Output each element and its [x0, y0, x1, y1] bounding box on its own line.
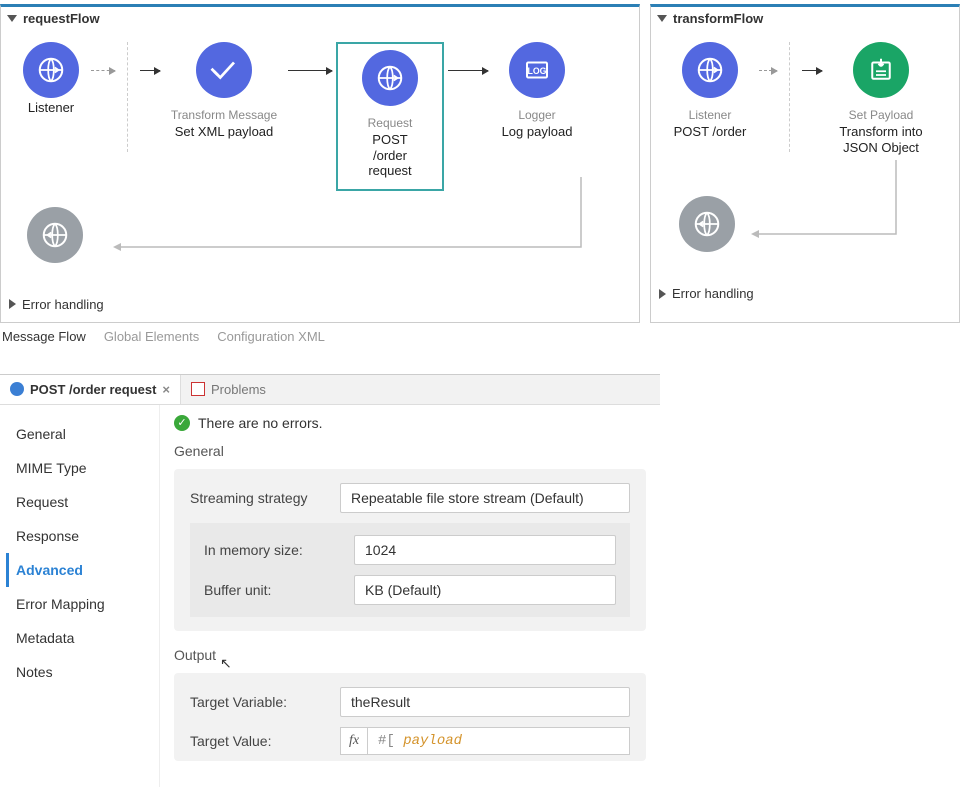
output-group: Target Variable: theResult Target Value:… [174, 673, 646, 761]
chevron-right-icon [9, 299, 16, 309]
nav-response[interactable]: Response [6, 519, 153, 553]
source-divider [789, 42, 790, 152]
section-output-heading: Output ↖ [174, 647, 646, 663]
status-text: There are no errors. [198, 415, 323, 431]
streaming-strategy-select[interactable]: Repeatable file store stream (Default) [340, 483, 630, 513]
buffer-unit-select[interactable]: KB (Default) [354, 575, 616, 605]
node-label: Transform into JSON Object [826, 124, 936, 155]
expr-keyword: payload [403, 733, 462, 749]
svg-text:LOG: LOG [528, 66, 547, 76]
in-memory-size-label: In memory size: [204, 542, 354, 558]
log-icon: LOG [509, 42, 565, 98]
arrow-icon [444, 42, 492, 98]
set-payload-node[interactable]: Set Payload Transform into JSON Object [826, 42, 936, 155]
response-node[interactable] [679, 196, 735, 252]
nav-general[interactable]: General [6, 417, 153, 451]
nav-mime-type[interactable]: MIME Type [6, 451, 153, 485]
error-handling-section[interactable]: Error handling [1, 291, 639, 322]
globe-icon [682, 42, 738, 98]
panel-header[interactable]: requestFlow [1, 7, 639, 30]
panel-header[interactable]: transformFlow [651, 7, 959, 30]
globe-return-icon [27, 207, 83, 263]
target-value-input[interactable]: #[ payload [368, 727, 630, 755]
arrow-icon [798, 42, 826, 98]
chevron-down-icon [657, 15, 667, 22]
arrow-icon [284, 42, 336, 98]
tab-component-props[interactable]: POST /order request × [0, 375, 181, 404]
target-value-label: Target Value: [190, 733, 340, 749]
error-handling-label: Error handling [22, 297, 104, 312]
close-icon[interactable]: × [162, 382, 170, 397]
target-variable-label: Target Variable: [190, 694, 340, 710]
node-label: Set XML payload [175, 124, 274, 140]
error-handling-section[interactable]: Error handling [651, 280, 959, 311]
panel-title: transformFlow [673, 11, 763, 26]
props-sidenav: General MIME Type Request Response Advan… [0, 405, 160, 787]
globe-return-icon [679, 196, 735, 252]
transform-node[interactable]: Transform Message Set XML payload [164, 42, 284, 140]
source-divider [127, 42, 128, 152]
properties-panel: POST /order request × Problems General M… [0, 374, 660, 787]
response-node[interactable] [27, 207, 83, 263]
check-icon: ✓ [174, 415, 190, 431]
fx-toggle-button[interactable]: fx [340, 727, 368, 755]
request-node-selected[interactable]: Request POST /order request [336, 42, 444, 191]
properties-tabs: POST /order request × Problems [0, 375, 660, 405]
tab-message-flow[interactable]: Message Flow [2, 329, 86, 344]
buffer-unit-label: Buffer unit: [204, 582, 354, 598]
tab-label: POST /order request [30, 382, 156, 397]
arrow-icon [87, 42, 119, 98]
node-label: POST /order request [356, 132, 424, 179]
tab-global-elements[interactable]: Global Elements [104, 329, 199, 344]
node-type: Transform Message [171, 108, 277, 122]
in-memory-size-input[interactable]: 1024 [354, 535, 616, 565]
nav-error-mapping[interactable]: Error Mapping [6, 587, 153, 621]
arrow-icon [755, 42, 781, 98]
node-type: Logger [518, 108, 555, 122]
validation-status: ✓ There are no errors. [174, 415, 646, 431]
payload-icon [853, 42, 909, 98]
node-type: Listener [689, 108, 732, 122]
streaming-strategy-label: Streaming strategy [190, 490, 340, 506]
streaming-subgroup: In memory size: 1024 Buffer unit: KB (De… [190, 523, 630, 617]
target-variable-input[interactable]: theResult [340, 687, 630, 717]
globe-small-icon [10, 382, 24, 396]
tab-label: Problems [211, 382, 266, 397]
nav-metadata[interactable]: Metadata [6, 621, 153, 655]
logger-node[interactable]: LOG Logger Log payload [492, 42, 582, 140]
globe-icon [362, 50, 418, 106]
transform-icon [196, 42, 252, 98]
editor-view-tabs: Message Flow Global Elements Configurati… [0, 323, 974, 350]
panel-title: requestFlow [23, 11, 100, 26]
node-label: Log payload [502, 124, 573, 140]
nav-notes[interactable]: Notes [6, 655, 153, 689]
section-general-heading: General [174, 443, 646, 459]
tab-problems[interactable]: Problems [181, 375, 276, 404]
nav-request[interactable]: Request [6, 485, 153, 519]
node-type: Set Payload [849, 108, 914, 122]
arrow-icon [136, 42, 164, 98]
nav-advanced[interactable]: Advanced [6, 553, 153, 587]
chevron-down-icon [7, 15, 17, 22]
request-flow-panel: requestFlow Listener Transform Message S… [0, 4, 640, 323]
error-handling-label: Error handling [672, 286, 754, 301]
expr-prefix: #[ [378, 733, 403, 749]
cursor-icon: ↖ [220, 655, 232, 672]
transform-flow-panel: transformFlow Listener POST /order Set P… [650, 4, 960, 323]
node-label: Listener [28, 100, 74, 116]
listener-node[interactable]: Listener POST /order [665, 42, 755, 140]
return-path-icon [1, 177, 621, 261]
chevron-right-icon [659, 289, 666, 299]
tab-config-xml[interactable]: Configuration XML [217, 329, 325, 344]
listener-node[interactable]: Listener [15, 42, 87, 116]
problems-icon [191, 382, 205, 396]
node-type: Request [368, 116, 413, 130]
node-label: POST /order [674, 124, 747, 140]
globe-icon [23, 42, 79, 98]
general-group: Streaming strategy Repeatable file store… [174, 469, 646, 631]
